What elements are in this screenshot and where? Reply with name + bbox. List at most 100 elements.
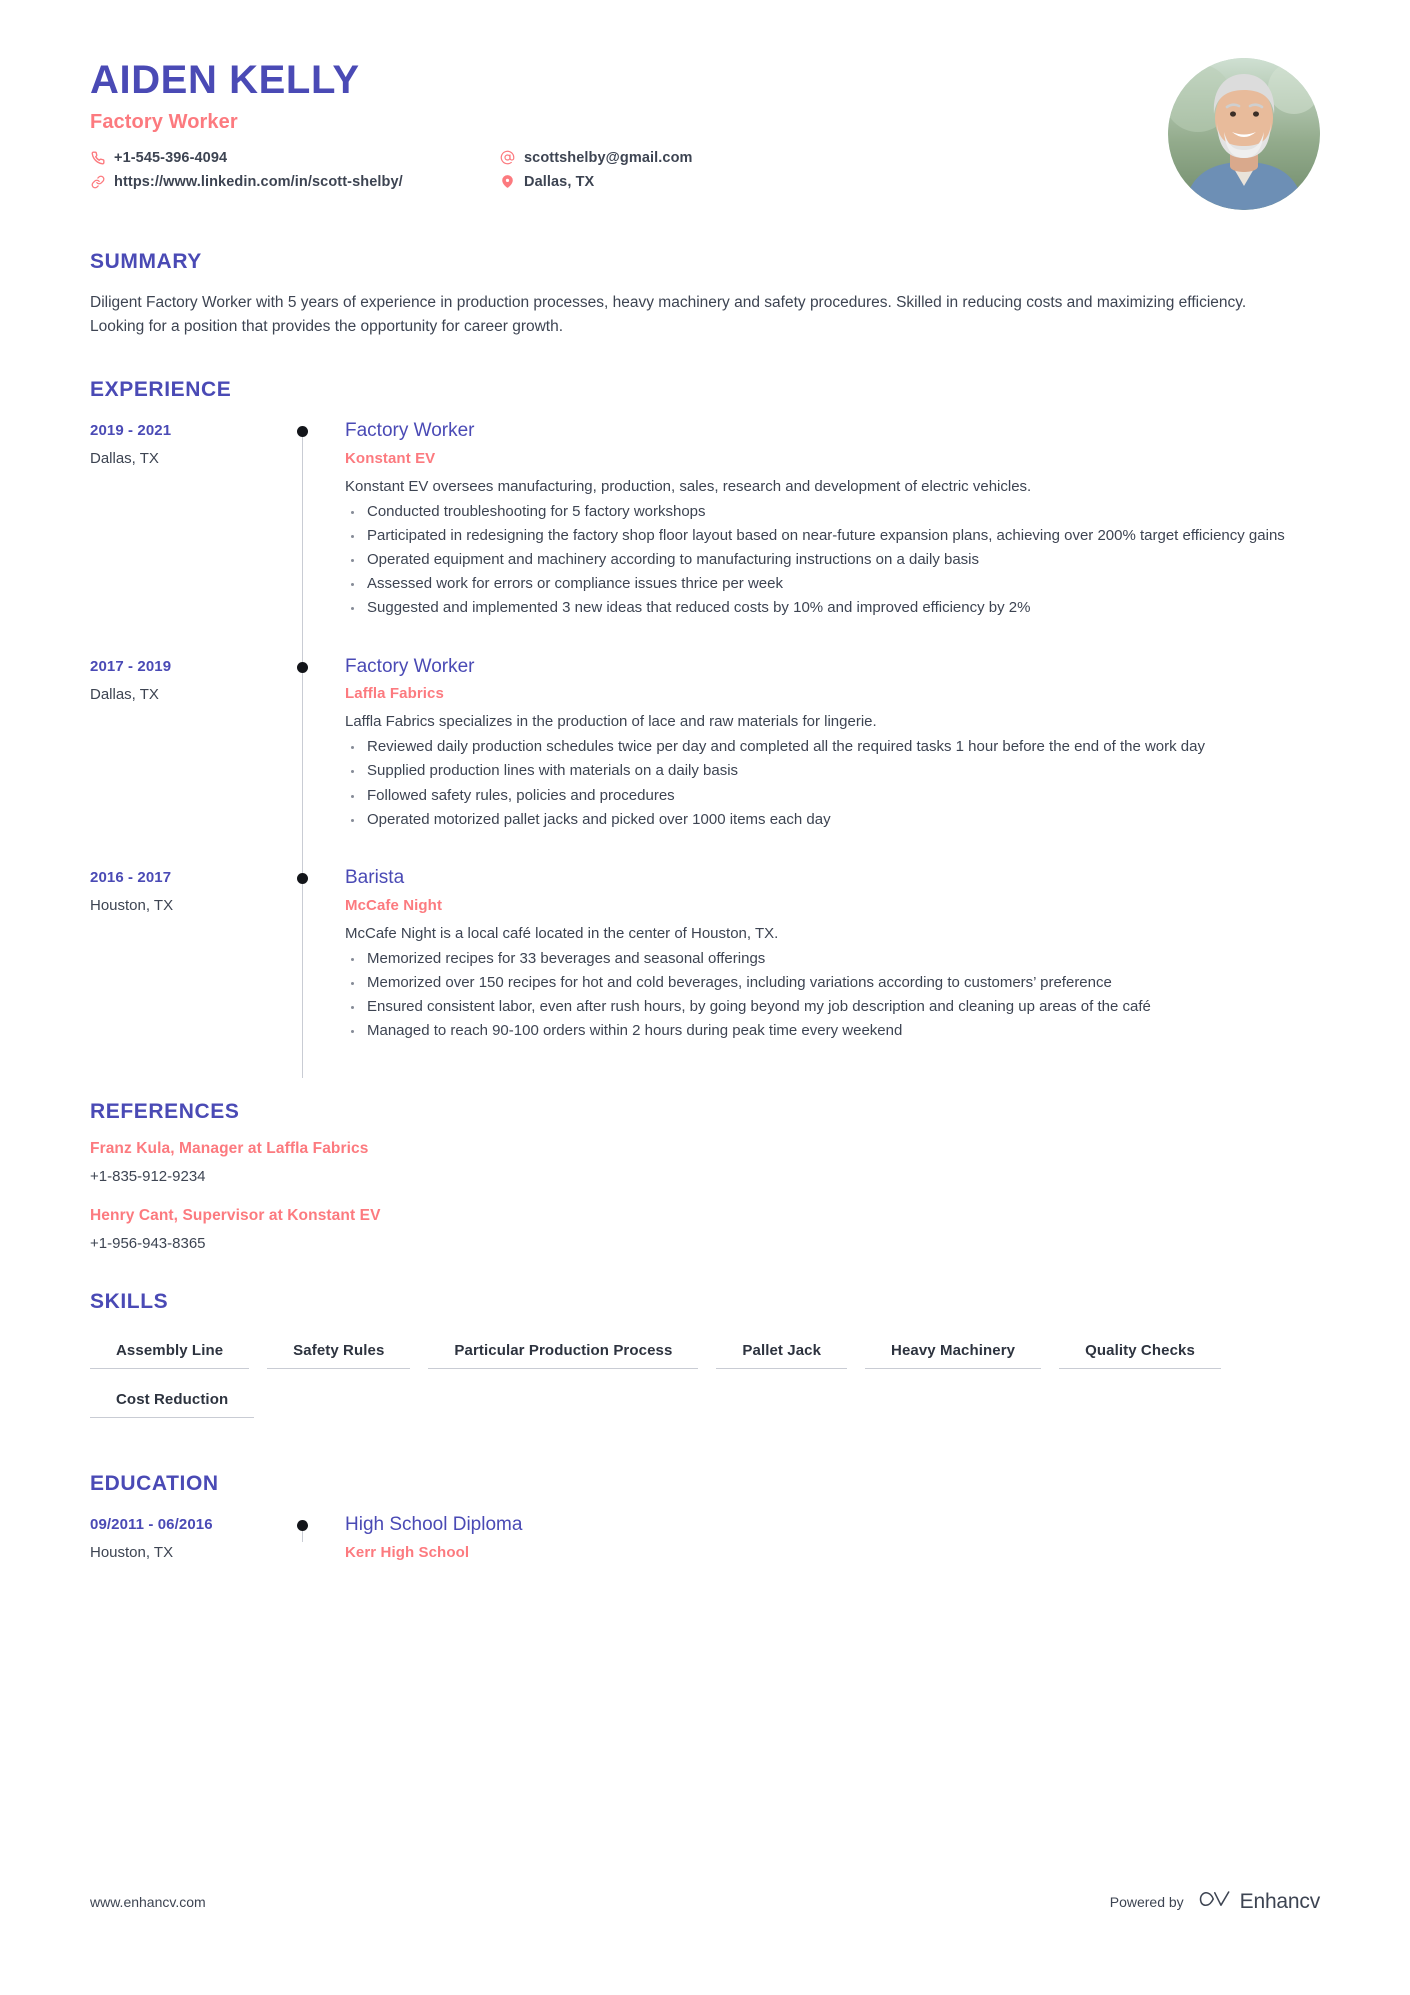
reference-name: Franz Kula, Manager at Laffla Fabrics — [90, 1140, 369, 1158]
timeline-line — [302, 429, 303, 656]
experience-company: Konstant EV — [345, 449, 436, 467]
references-section-title: REFERENCES — [90, 1100, 240, 1124]
skill-chip: Assembly Line — [90, 1332, 250, 1370]
section-summary: SUMMARY Diligent Factory Worker with 5 y… — [90, 250, 1320, 338]
contact-list: +1-545-396-4094 https://www.linkedin.com… — [90, 146, 910, 194]
footer-website-url[interactable]: www.enhancv.com — [90, 1894, 206, 1910]
timeline-dot — [297, 872, 308, 884]
contact-column-right: scottshelby@gmail.com Dallas, TX — [500, 146, 910, 194]
experience-role: Factory Worker — [345, 420, 475, 442]
section-education: EDUCATION 09/2011 - 06/2016 Houston, TX … — [90, 1472, 1320, 1561]
timeline-marker — [290, 655, 345, 867]
contact-location-text: Dallas, TX — [524, 173, 595, 190]
skill-chip: Safety Rules — [267, 1332, 411, 1370]
candidate-name: AIDEN KELLY — [90, 58, 360, 102]
experience-bullet: Followed safety rules, policies and proc… — [345, 785, 1320, 807]
skill-chip: Pallet Jack — [716, 1332, 848, 1370]
phone-icon — [90, 150, 105, 165]
skill-chip: Heavy Machinery — [865, 1332, 1042, 1370]
education-list: 09/2011 - 06/2016 Houston, TX High Schoo… — [90, 1514, 1320, 1561]
contact-phone-text: +1-545-396-4094 — [114, 149, 228, 166]
education-item: 09/2011 - 06/2016 Houston, TX High Schoo… — [90, 1514, 1320, 1561]
timeline-line — [302, 655, 303, 867]
experience-item: 2019 - 2021 Dallas, TX Factory Worker Ko… — [90, 420, 1320, 656]
experience-bullet: Operated motorized pallet jacks and pick… — [345, 809, 1320, 831]
resume-page: AIDEN KELLY Factory Worker +1-545-396-40… — [0, 0, 1410, 1995]
experience-bullet: Assessed work for errors or compliance i… — [345, 573, 1320, 595]
experience-bullet: Memorized recipes for 33 beverages and s… — [345, 948, 1320, 970]
section-references: REFERENCES Franz Kula, Manager at Laffla… — [90, 1100, 1320, 1252]
education-dates: 09/2011 - 06/2016 — [90, 1516, 213, 1534]
avatar-photo — [1168, 58, 1320, 210]
experience-location: Dallas, TX — [90, 450, 159, 468]
education-location: Houston, TX — [90, 1544, 174, 1562]
experience-description: McCafe Night is a local café located in … — [345, 924, 779, 942]
page-footer: www.enhancv.com Powered by Enhancv — [90, 1888, 1320, 1915]
experience-meta: 2017 - 2019 Dallas, TX — [90, 656, 290, 867]
contact-phone[interactable]: +1-545-396-4094 — [90, 146, 500, 169]
summary-text: Diligent Factory Worker with 5 years of … — [90, 294, 1247, 335]
reference-phone: +1-956-943-8365 — [90, 1235, 206, 1253]
experience-bullet: Operated equipment and machinery accordi… — [345, 549, 1320, 571]
powered-by-label: Powered by — [1109, 1893, 1184, 1910]
timeline-marker — [290, 420, 345, 656]
section-experience: EXPERIENCE 2019 - 2021 Dallas, TX Factor… — [90, 378, 1320, 1079]
timeline-dot — [297, 1520, 308, 1532]
reference-item: Henry Cant, Supervisor at Konstant EV +1… — [90, 1207, 1320, 1252]
skill-chip: Particular Production Process — [428, 1332, 699, 1370]
experience-content: Barista McCafe Night McCafe Night is a l… — [345, 867, 1320, 1078]
avatar — [1168, 58, 1320, 210]
candidate-job-title: Factory Worker — [90, 111, 238, 133]
skill-chip: Quality Checks — [1059, 1332, 1221, 1370]
link-icon — [90, 174, 105, 189]
experience-bullet: Participated in redesigning the factory … — [345, 525, 1320, 547]
contact-email[interactable]: scottshelby@gmail.com — [500, 146, 910, 169]
experience-dates: 2019 - 2021 — [90, 422, 172, 440]
education-meta: 09/2011 - 06/2016 Houston, TX — [90, 1514, 290, 1561]
experience-bullet: Ensured consistent labor, even after rus… — [345, 996, 1320, 1018]
experience-location: Houston, TX — [90, 896, 174, 914]
experience-bullets: Reviewed daily production schedules twic… — [345, 736, 1320, 831]
experience-location: Dallas, TX — [90, 685, 159, 703]
experience-bullet: Reviewed daily production schedules twic… — [345, 736, 1320, 758]
contact-linkedin[interactable]: https://www.linkedin.com/in/scott-shelby… — [90, 170, 500, 193]
resume-header: AIDEN KELLY Factory Worker +1-545-396-40… — [90, 0, 1320, 210]
timeline-dot — [297, 426, 308, 438]
timeline-line — [302, 866, 303, 1079]
experience-bullet: Supplied production lines with materials… — [345, 760, 1320, 782]
education-school: Kerr High School — [345, 1544, 470, 1562]
reference-phone: +1-835-912-9234 — [90, 1168, 206, 1186]
enhancv-brand: Enhancv — [1197, 1888, 1320, 1915]
contact-linkedin-text: https://www.linkedin.com/in/scott-shelby… — [114, 173, 403, 190]
experience-section-title: EXPERIENCE — [90, 378, 232, 402]
education-degree: High School Diploma — [345, 1514, 523, 1536]
map-pin-icon — [500, 174, 515, 189]
skills-section-title: SKILLS — [90, 1290, 169, 1314]
experience-bullets: Memorized recipes for 33 beverages and s… — [345, 948, 1320, 1043]
experience-description: Laffla Fabrics specializes in the produc… — [345, 713, 877, 731]
at-sign-icon — [500, 150, 515, 165]
experience-company: Laffla Fabrics — [345, 685, 444, 703]
experience-bullets: Conducted troubleshooting for 5 factory … — [345, 501, 1320, 620]
reference-name: Henry Cant, Supervisor at Konstant EV — [90, 1207, 381, 1225]
experience-item: 2017 - 2019 Dallas, TX Factory Worker La… — [90, 655, 1320, 867]
timeline-dot — [297, 661, 308, 673]
skill-chip: Cost Reduction — [90, 1381, 255, 1419]
summary-section-title: SUMMARY — [90, 250, 202, 273]
timeline-marker — [290, 866, 345, 1079]
experience-dates: 2016 - 2017 — [90, 868, 172, 886]
contact-email-text: scottshelby@gmail.com — [524, 149, 693, 166]
experience-content: Factory Worker Konstant EV Konstant EV o… — [345, 420, 1320, 656]
experience-description: Konstant EV oversees manufacturing, prod… — [345, 477, 1032, 495]
experience-item: 2016 - 2017 Houston, TX Barista McCafe N… — [90, 866, 1320, 1079]
experience-company: McCafe Night — [345, 896, 443, 914]
experience-bullet: Memorized over 150 recipes for hot and c… — [345, 972, 1320, 994]
enhancv-brand-name: Enhancv — [1239, 1889, 1321, 1913]
contact-location: Dallas, TX — [500, 170, 910, 193]
infinity-check-icon — [1199, 1891, 1230, 1907]
section-skills: SKILLS Assembly Line Safety Rules Partic… — [90, 1290, 1320, 1430]
skills-list: Assembly Line Safety Rules Particular Pr… — [90, 1332, 1320, 1430]
experience-content: Factory Worker Laffla Fabrics Laffla Fab… — [345, 656, 1320, 867]
experience-list: 2019 - 2021 Dallas, TX Factory Worker Ko… — [90, 420, 1320, 1079]
experience-role: Factory Worker — [345, 655, 475, 677]
